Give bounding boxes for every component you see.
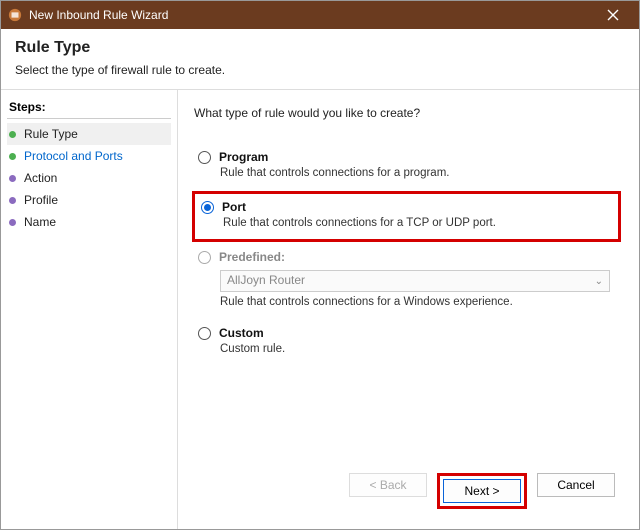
- predefined-select: AllJoyn Router ⌄: [220, 270, 610, 292]
- back-button: < Back: [349, 473, 427, 497]
- content-panel: What type of rule would you like to crea…: [177, 90, 639, 529]
- steps-title: Steps:: [7, 98, 171, 119]
- select-value: AllJoyn Router: [227, 273, 305, 287]
- next-button[interactable]: Next >: [443, 479, 521, 503]
- steps-panel: Steps: Rule Type Protocol and Ports Acti…: [1, 90, 177, 529]
- window-title: New Inbound Rule Wizard: [29, 8, 593, 22]
- radio-custom[interactable]: [198, 327, 211, 340]
- option-predefined[interactable]: Predefined: AllJoyn Router ⌄ Rule that c…: [192, 244, 621, 318]
- bullet-icon: [9, 131, 16, 138]
- radio-predefined[interactable]: [198, 251, 211, 264]
- step-label: Action: [24, 171, 57, 185]
- next-button-highlight: Next >: [437, 473, 527, 509]
- step-protocol-ports[interactable]: Protocol and Ports: [7, 145, 171, 167]
- option-desc: Rule that controls connections for a Win…: [220, 296, 615, 308]
- cancel-button[interactable]: Cancel: [537, 473, 615, 497]
- step-label: Rule Type: [24, 127, 78, 141]
- option-port[interactable]: Port Rule that controls connections for …: [192, 191, 621, 242]
- step-name[interactable]: Name: [7, 211, 171, 233]
- bullet-icon: [9, 175, 16, 182]
- option-label: Predefined:: [219, 250, 285, 264]
- step-rule-type[interactable]: Rule Type: [7, 123, 171, 145]
- step-profile[interactable]: Profile: [7, 189, 171, 211]
- footer-buttons: < Back Next > Cancel: [188, 463, 621, 521]
- header: Rule Type Select the type of firewall ru…: [1, 29, 639, 90]
- page-subtitle: Select the type of firewall rule to crea…: [15, 63, 625, 77]
- option-label: Port: [222, 200, 246, 214]
- option-desc: Rule that controls connections for a TCP…: [223, 217, 612, 229]
- option-label: Custom: [219, 326, 264, 340]
- radio-program[interactable]: [198, 151, 211, 164]
- bullet-icon: [9, 153, 16, 160]
- option-desc: Rule that controls connections for a pro…: [220, 167, 615, 179]
- bullet-icon: [9, 219, 16, 226]
- prompt-text: What type of rule would you like to crea…: [194, 106, 621, 120]
- options-group: Program Rule that controls connections f…: [188, 144, 621, 367]
- step-action[interactable]: Action: [7, 167, 171, 189]
- option-label: Program: [219, 150, 268, 164]
- radio-port[interactable]: [201, 201, 214, 214]
- option-desc: Custom rule.: [220, 343, 615, 355]
- bullet-icon: [9, 197, 16, 204]
- wizard-window: New Inbound Rule Wizard Rule Type Select…: [0, 0, 640, 530]
- chevron-down-icon: ⌄: [595, 276, 603, 287]
- page-title: Rule Type: [15, 39, 625, 57]
- body: Steps: Rule Type Protocol and Ports Acti…: [1, 90, 639, 529]
- step-label: Profile: [24, 193, 58, 207]
- titlebar: New Inbound Rule Wizard: [1, 1, 639, 29]
- option-program[interactable]: Program Rule that controls connections f…: [192, 144, 621, 189]
- app-icon: [7, 7, 23, 23]
- step-label: Protocol and Ports: [24, 149, 123, 163]
- option-custom[interactable]: Custom Custom rule.: [192, 320, 621, 365]
- step-label: Name: [24, 215, 56, 229]
- close-button[interactable]: [593, 1, 633, 29]
